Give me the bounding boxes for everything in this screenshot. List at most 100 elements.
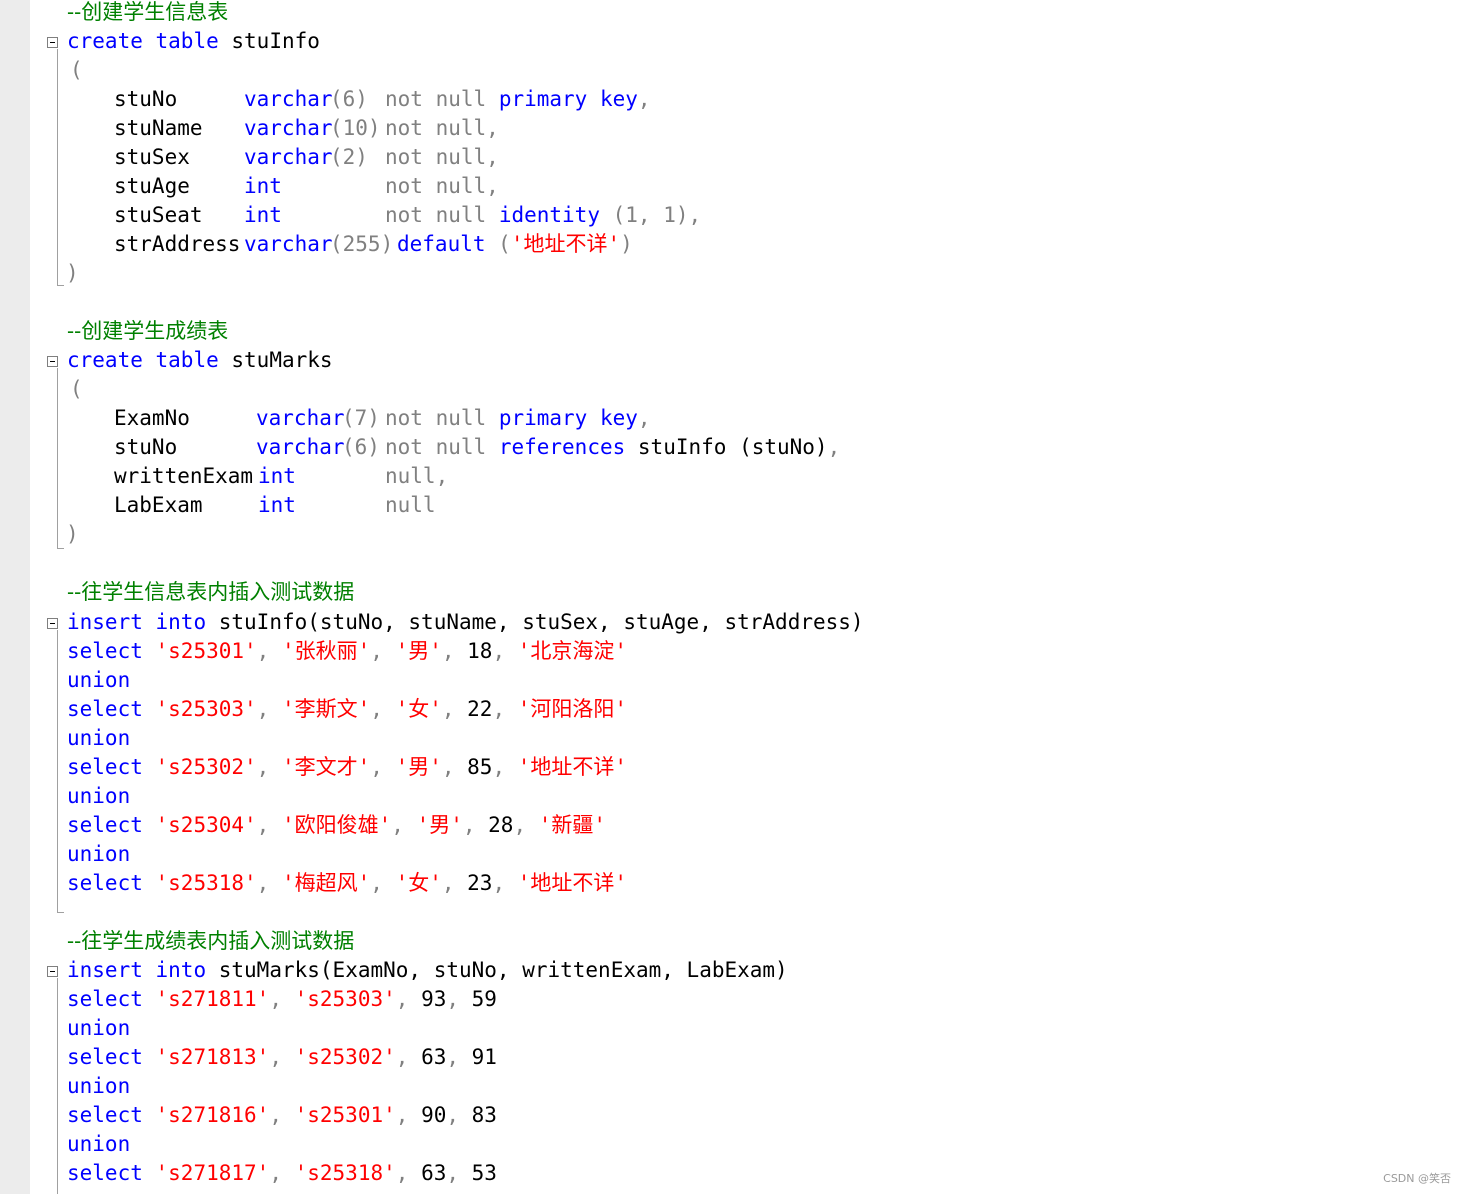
union-keyword: union [67,1016,131,1040]
keyword: not null [385,203,487,227]
keyword: default [397,232,486,256]
string-literal: '男' [395,755,442,779]
string-literal: '男' [395,639,442,663]
keyword: select [67,987,143,1011]
code-line-create-stumarks: create table stuMarks [67,346,333,375]
code-line-insert-stuinfo: insert into stuInfo(stuNo, stuName, stuS… [67,608,864,637]
union-keyword: union [67,1132,131,1156]
keyword: null [385,464,436,488]
constraint: not null primary key, [385,406,651,430]
keyword: not null [385,87,487,111]
string-literal: '李文才' [281,755,371,779]
keyword: create [67,348,143,372]
fold-guide-line [57,49,58,285]
keyword: primary key [498,87,638,111]
keyword: references [498,435,626,459]
comment-line: --往学生成绩表内插入测试数据 [67,929,355,953]
constraint: not null, [385,116,499,140]
watermark: CSDN @笑否 [1383,1172,1451,1185]
select-row: select 's25303', '李斯文', '女', 22, '河阳洛阳' [67,697,628,721]
union-keyword: union [67,784,131,808]
paren-close: ) [66,522,79,546]
string-literal: 's25318' [294,1161,396,1185]
collapse-insert-stumarks-icon[interactable] [47,966,58,977]
column-name: stuNo [114,87,178,111]
keyword: table [155,348,219,372]
constraint: not null references stuInfo (stuNo), [385,435,841,459]
fold-guide-end [57,912,64,913]
editor-gutter [0,0,30,1194]
comment-line: --创建学生信息表 [67,0,229,24]
union-keyword: union [67,1074,131,1098]
union-keyword: union [67,842,131,866]
fold-guide-end [57,285,64,286]
column-name: stuNo [114,435,178,459]
keyword: not null [385,145,487,169]
keyword: select [67,871,143,895]
column-name: stuAge [114,174,190,198]
number-literal: 18 [467,639,493,663]
number-literal: 83 [471,1103,497,1127]
keyword: insert [67,958,143,982]
table-name: stuInfo [231,29,320,53]
column-type: varchar [244,232,333,256]
keyword: select [67,1161,143,1185]
column-type: int [244,174,282,198]
string-literal: 's25318' [155,871,257,895]
number-literal: 28 [488,813,514,837]
column-type: varchar [256,406,345,430]
constraint: not null, [385,145,499,169]
table-name: stuMarks [231,348,333,372]
type-size: (6) [342,435,380,459]
keyword: select [67,813,143,837]
keyword: not null [385,435,487,459]
paren-open: ( [70,377,83,401]
keyword: table [155,29,219,53]
string-literal: '新疆' [538,813,607,837]
number-literal: 90 [421,1103,447,1127]
number-literal: 91 [471,1045,497,1069]
sql-editor[interactable]: --创建学生信息表 create table stuInfo ( stuNo v… [30,0,1465,1194]
string-literal: 's25303' [155,697,257,721]
string-literal: '地址不详' [517,871,628,895]
type-size: (7) [342,406,380,430]
string-literal: '李斯文' [281,697,371,721]
select-row: select 's25304', '欧阳俊雄', '男', 28, '新疆' [67,813,607,837]
identity-args: (1, 1) [612,203,689,227]
string-literal: 's25302' [294,1045,396,1069]
string-literal: 's271813' [155,1045,270,1069]
select-row: select 's25302', '李文才', '男', 85, '地址不详' [67,755,628,779]
column-type: int [258,493,296,517]
select-row: select 's271811', 's25303', 93, 59 [67,987,497,1011]
column-type: varchar [244,87,333,111]
column-type: varchar [256,435,345,459]
collapse-stuinfo-create-icon[interactable] [47,37,58,48]
collapse-insert-stuinfo-icon[interactable] [47,618,58,629]
collapse-stumarks-create-icon[interactable] [47,356,58,367]
column-name: stuSex [114,145,190,169]
constraint: not null identity (1, 1), [385,203,702,227]
fold-guide-line [57,630,58,912]
number-literal: 22 [467,697,493,721]
ref-column: (stuNo) [739,435,828,459]
type-size: (6) [330,87,368,111]
column-type: varchar [244,116,333,140]
constraint: not null, [385,174,499,198]
string-literal: 's271811' [155,987,270,1011]
keyword: create [67,29,143,53]
string-literal: 's25303' [294,987,396,1011]
column-name: stuSeat [114,203,203,227]
type-size: (2) [330,145,368,169]
paren-open: ( [70,58,83,82]
table-name: stuMarks [218,958,320,982]
keyword: not null [385,116,487,140]
keyword: into [155,958,207,982]
string-literal: '男' [416,813,463,837]
string-literal: '女' [395,871,442,895]
fold-guide-end [57,548,64,549]
string-literal: 's25301' [155,639,257,663]
constraint: not null primary key, [385,87,651,111]
table-name: stuInfo [218,610,308,634]
constraint: null, [385,464,449,488]
select-row: select 's271813', 's25302', 63, 91 [67,1045,497,1069]
